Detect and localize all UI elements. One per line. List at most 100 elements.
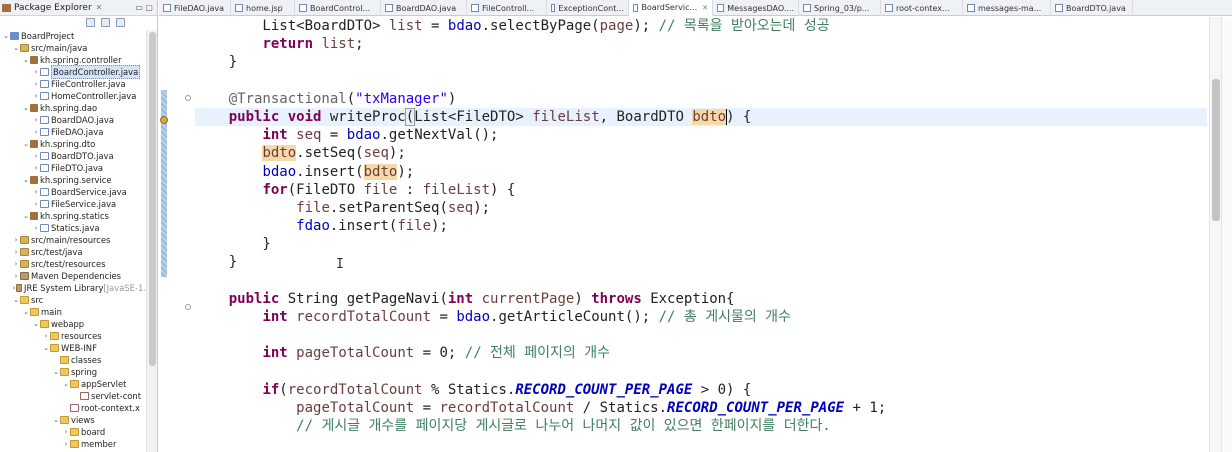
collapsed-twisty-icon[interactable]: › <box>32 78 40 90</box>
tree-item[interactable]: ⌄ views <box>0 414 146 426</box>
code-area[interactable]: 23 List<BoardDTO> list = bdao.selectByPa… <box>195 17 1207 452</box>
expanded-twisty-icon[interactable]: ⌄ <box>12 42 20 54</box>
code-line[interactable]: 33 file.setParentSeq(seq); <box>195 199 1207 217</box>
tree-item[interactable]: › BoardController.java <box>0 65 146 79</box>
expanded-twisty-icon[interactable]: ⌄ <box>52 366 60 378</box>
expanded-twisty-icon[interactable]: ⌄ <box>22 306 30 318</box>
editor-tab[interactable]: home.jsp <box>231 0 295 16</box>
tree-item[interactable]: classes <box>0 354 146 366</box>
collapsed-twisty-icon[interactable]: › <box>62 426 70 438</box>
collapsed-twisty-icon[interactable]: › <box>32 222 40 234</box>
link-with-editor-icon[interactable] <box>101 18 110 27</box>
close-tab-icon[interactable]: ✕ <box>702 4 708 12</box>
collapsed-twisty-icon[interactable]: › <box>32 186 40 198</box>
tree-item[interactable]: ⌄ kh.spring.statics <box>0 210 146 222</box>
editor-vertical-scrollbar[interactable] <box>1209 17 1221 452</box>
expanded-twisty-icon[interactable]: ⌄ <box>22 210 30 222</box>
tree-item[interactable]: ⌄ kh.spring.dao <box>0 102 146 114</box>
code-line[interactable]: 43 if(recordTotalCount % Statics.RECORD_… <box>195 381 1207 399</box>
code-line[interactable]: 29 int seq = bdao.getNextVal(); <box>195 126 1207 144</box>
tree-item[interactable]: ⌄ appServlet <box>0 378 146 390</box>
expanded-twisty-icon[interactable]: ⌄ <box>22 174 30 186</box>
collapsed-twisty-icon[interactable]: › <box>12 270 20 282</box>
code-line[interactable]: 40 <box>195 326 1207 344</box>
view-menu-icon[interactable] <box>116 18 125 27</box>
editor-tab[interactable]: BoardDAO.java <box>381 0 467 16</box>
code-editor[interactable]: 23 List<BoardDTO> list = bdao.selectByPa… <box>159 17 1232 452</box>
tree-item[interactable]: ⌄ src <box>0 294 146 306</box>
code-line[interactable]: 38 public String getPageNavi(int current… <box>195 290 1207 308</box>
code-line[interactable]: 41 int pageTotalCount = 0; // 전체 페이지의 개수 <box>195 344 1207 362</box>
editor-tab[interactable]: ExceptionCont... <box>547 0 629 16</box>
expanded-twisty-icon[interactable]: ⌄ <box>32 318 40 330</box>
code-line[interactable]: 37 <box>195 272 1207 290</box>
collapse-all-icon[interactable] <box>86 18 95 27</box>
code-line[interactable]: 27 @Transactional("txManager") <box>195 90 1207 108</box>
editor-tab[interactable]: BoardControl... <box>295 0 381 16</box>
tree-item[interactable]: › FileDAO.java <box>0 126 146 138</box>
expanded-twisty-icon[interactable]: ⌄ <box>12 294 20 306</box>
collapsed-twisty-icon[interactable]: › <box>12 246 20 258</box>
code-line[interactable]: 39 int recordTotalCount = bdao.getArticl… <box>195 308 1207 326</box>
editor-tab[interactable]: root-contex... <box>881 0 963 16</box>
tree-item[interactable]: › HomeController.java <box>0 90 146 102</box>
tree-item[interactable]: › src/test/java <box>0 246 146 258</box>
package-explorer-title[interactable]: Package Explorer <box>14 3 92 13</box>
package-explorer-scrollbar[interactable] <box>146 30 157 452</box>
tree-item[interactable]: › Statics.java <box>0 222 146 234</box>
tree-item[interactable]: ⌄ webapp <box>0 318 146 330</box>
tree-item[interactable]: root-context.x <box>0 402 146 414</box>
tree-item[interactable]: ⌄ spring <box>0 366 146 378</box>
collapsed-twisty-icon[interactable]: › <box>32 162 40 174</box>
expanded-twisty-icon[interactable]: ⌄ <box>62 378 70 390</box>
tree-item[interactable]: › BoardDTO.java <box>0 150 146 162</box>
tree-item[interactable]: › board <box>0 426 146 438</box>
collapsed-twisty-icon[interactable]: › <box>32 66 40 78</box>
code-line[interactable]: 23 List<BoardDTO> list = bdao.selectByPa… <box>195 17 1207 35</box>
code-line[interactable]: 44 pageTotalCount = recordTotalCount / S… <box>195 399 1207 417</box>
code-line[interactable]: 31 bdao.insert(bdto); <box>195 163 1207 181</box>
collapsed-twisty-icon[interactable]: › <box>32 150 40 162</box>
collapsed-twisty-icon[interactable]: › <box>62 438 70 450</box>
tree-item[interactable]: › Maven Dependencies <box>0 270 146 282</box>
editor-tab[interactable]: BoardServic... ✕ <box>629 0 713 16</box>
tree-item[interactable]: › member <box>0 438 146 450</box>
close-icon[interactable]: ✕ <box>96 3 103 12</box>
code-line[interactable]: 36 } <box>195 253 1207 271</box>
expanded-twisty-icon[interactable]: ⌄ <box>22 102 30 114</box>
editor-tab[interactable]: Spring_03/p... <box>799 0 881 16</box>
code-line[interactable]: 30 bdto.setSeq(seq); <box>195 144 1207 162</box>
scrollbar-thumb[interactable] <box>1212 79 1220 221</box>
tree-item[interactable]: ⌄ WEB-INF <box>0 342 146 354</box>
expanded-twisty-icon[interactable]: ⌄ <box>52 414 60 426</box>
editor-tab[interactable]: messages-ma... <box>963 0 1051 16</box>
collapsed-twisty-icon[interactable]: › <box>32 114 40 126</box>
code-line[interactable]: 28 public void writeProc(List<FileDTO> f… <box>195 107 1207 127</box>
collapsed-twisty-icon[interactable]: › <box>32 126 40 138</box>
tree-item[interactable]: › FileController.java <box>0 78 146 90</box>
code-line[interactable]: 34 fdao.insert(file); <box>195 217 1207 235</box>
tree-item[interactable]: › FileDTO.java <box>0 162 146 174</box>
collapsed-twisty-icon[interactable]: › <box>12 258 20 270</box>
tree-item[interactable]: ⌄ BoardProject <box>0 30 146 42</box>
code-line[interactable]: 45 // 게시글 개수를 페이지당 게시글로 나누어 나머지 값이 있으면 한… <box>195 417 1207 435</box>
editor-tab[interactable]: FileControll... <box>467 0 547 16</box>
code-line[interactable]: 35 } <box>195 235 1207 253</box>
expanded-twisty-icon[interactable]: ⌄ <box>22 54 30 66</box>
editor-tab[interactable]: MessagesDAO.... <box>713 0 799 16</box>
tree-item[interactable]: › FileService.java <box>0 198 146 210</box>
collapsed-twisty-icon[interactable]: › <box>32 198 40 210</box>
fold-toggle-icon[interactable] <box>185 95 191 101</box>
tree-item[interactable]: ⌄ main <box>0 306 146 318</box>
collapsed-twisty-icon[interactable]: › <box>32 90 40 102</box>
tree-item[interactable]: ⌄ src/main/java <box>0 42 146 54</box>
code-line[interactable]: 25 } <box>195 53 1207 71</box>
collapsed-twisty-icon[interactable]: › <box>12 234 20 246</box>
tree-item[interactable]: › resources <box>0 330 146 342</box>
tree-item[interactable]: › src/main/resources <box>0 234 146 246</box>
tree-item[interactable]: › BoardDAO.java <box>0 114 146 126</box>
tree-item[interactable]: ⌄ kh.spring.service <box>0 174 146 186</box>
tree-item[interactable]: ⌄ kh.spring.dto <box>0 138 146 150</box>
breakpoint-icon[interactable] <box>160 116 168 124</box>
code-line[interactable]: 24 return list; <box>195 35 1207 53</box>
